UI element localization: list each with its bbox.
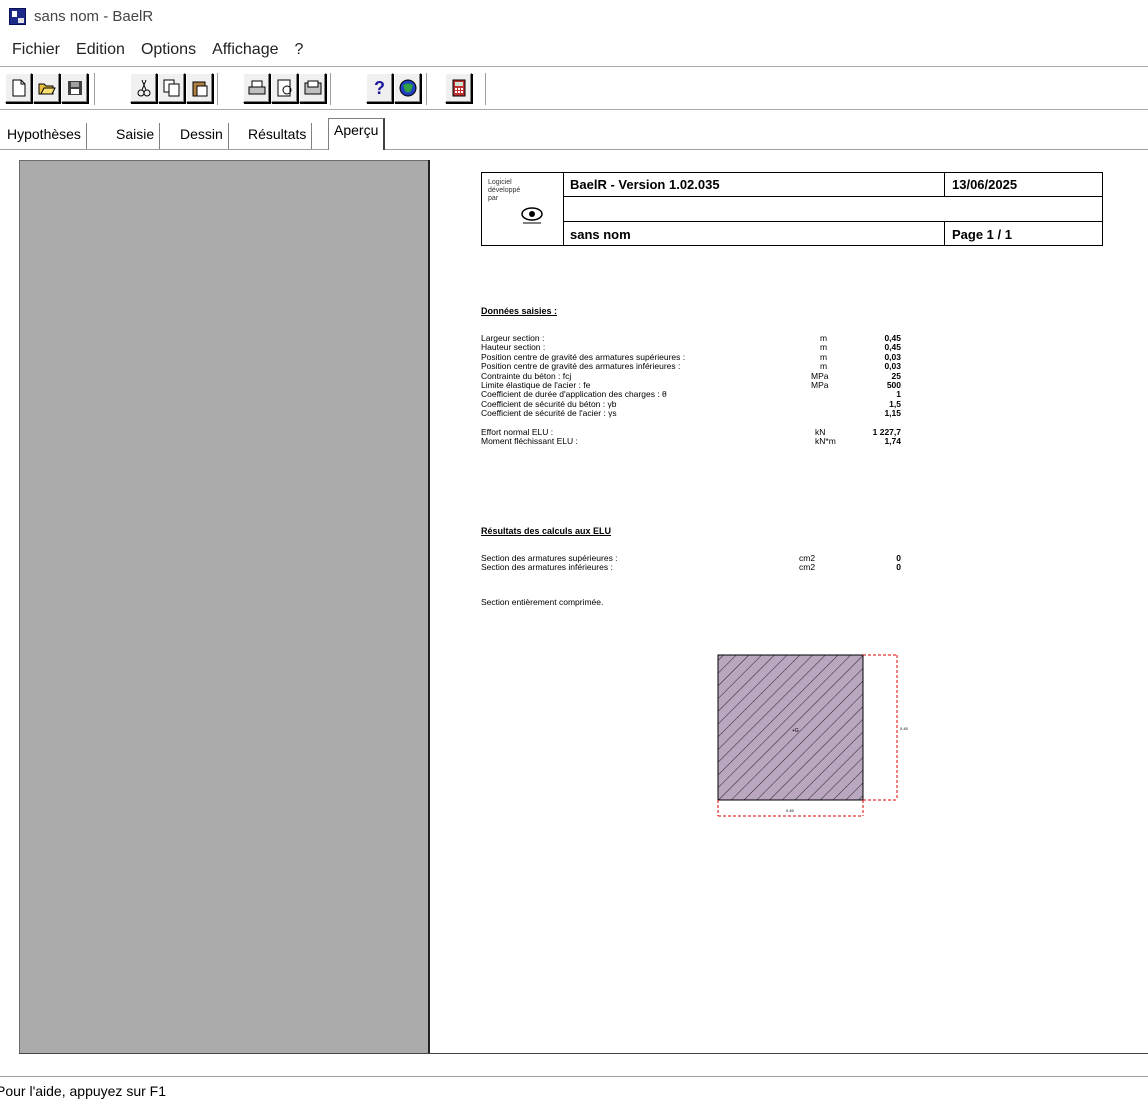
report-header: Logiciel développé par BaelR - Version 1… (481, 172, 1103, 246)
copy-icon[interactable] (158, 73, 185, 103)
preview-area (10, 155, 1148, 1059)
tab-apercu[interactable]: Aperçu (328, 118, 386, 150)
preview-background (19, 160, 429, 1054)
menu-options[interactable]: Options (139, 39, 198, 61)
result-row: Section des armatures inférieures :0 cm2 (481, 562, 901, 573)
web-icon[interactable] (394, 73, 421, 103)
section-status-note: Section entièrement comprimée. (481, 597, 604, 607)
report-date: 13/06/2025 (952, 177, 1018, 192)
menu-edition[interactable]: Edition (74, 39, 127, 61)
page-setup-icon[interactable] (299, 73, 326, 103)
width-dimension-label: 0.45 (786, 808, 795, 813)
tab-saisie[interactable]: Saisie (111, 123, 161, 149)
status-text: Pour l'aide, appuyez sur F1 (0, 1083, 166, 1099)
save-disk-icon[interactable] (61, 73, 88, 103)
logo-caption: Logiciel développé par (488, 179, 521, 202)
app-icon (9, 8, 26, 25)
tab-hypotheses[interactable]: Hypothèses (2, 123, 87, 149)
title-bar: sans nom - BaelR (0, 0, 1148, 34)
calculator-icon[interactable] (445, 73, 472, 103)
menu-fichier[interactable]: Fichier (10, 39, 62, 61)
toolbar: ? (0, 66, 1148, 110)
print-icon[interactable] (243, 73, 270, 103)
menu-help[interactable]: ? (293, 39, 306, 61)
inputs-title: Données saisies : (481, 306, 558, 316)
print-preview-icon[interactable] (271, 73, 298, 103)
load-row: Moment fléchissant ELU :1,74 kN*m (481, 435, 901, 446)
section-drawing: +G 0.45 0.45 (717, 654, 909, 817)
inputs-list: Largeur section :0,45 m Hauteur section :… (481, 334, 901, 446)
tab-resultats[interactable]: Résultats (243, 123, 313, 149)
eye-logo-icon (521, 207, 543, 224)
results-list: Section des armatures supérieures :0 cm2 … (481, 554, 901, 573)
open-folder-icon[interactable] (33, 73, 60, 103)
document-name: sans nom (570, 227, 631, 242)
help-icon[interactable]: ? (366, 73, 393, 103)
tab-dessin[interactable]: Dessin (175, 123, 229, 149)
svg-text:+G: +G (792, 728, 799, 734)
results-title: Résultats des calculs aux ELU (481, 526, 612, 536)
input-row: Coefficient de sécurité de l'acier : γs 1… (481, 408, 901, 419)
menu-affichage[interactable]: Affichage (210, 39, 280, 61)
tab-strip: Hypothèses Saisie Dessin Résultats Aperç… (0, 116, 1148, 150)
menu-bar: Fichier Edition Options Affichage ? (0, 36, 1148, 64)
page-bottom-edge (19, 1053, 1148, 1054)
paste-icon[interactable] (186, 73, 213, 103)
page-edge (428, 160, 430, 1054)
new-file-icon[interactable] (5, 73, 32, 103)
concrete-section (717, 654, 864, 801)
developer-logo: Logiciel développé par (482, 173, 564, 245)
cut-icon[interactable] (130, 73, 157, 103)
window-title: sans nom - BaelR (34, 8, 154, 25)
software-version: BaelR - Version 1.02.035 (570, 177, 720, 192)
status-bar: Pour l'aide, appuyez sur F1 (0, 1076, 1148, 1102)
page-number: Page 1 / 1 (952, 227, 1012, 242)
height-dimension-label: 0.45 (900, 726, 909, 731)
